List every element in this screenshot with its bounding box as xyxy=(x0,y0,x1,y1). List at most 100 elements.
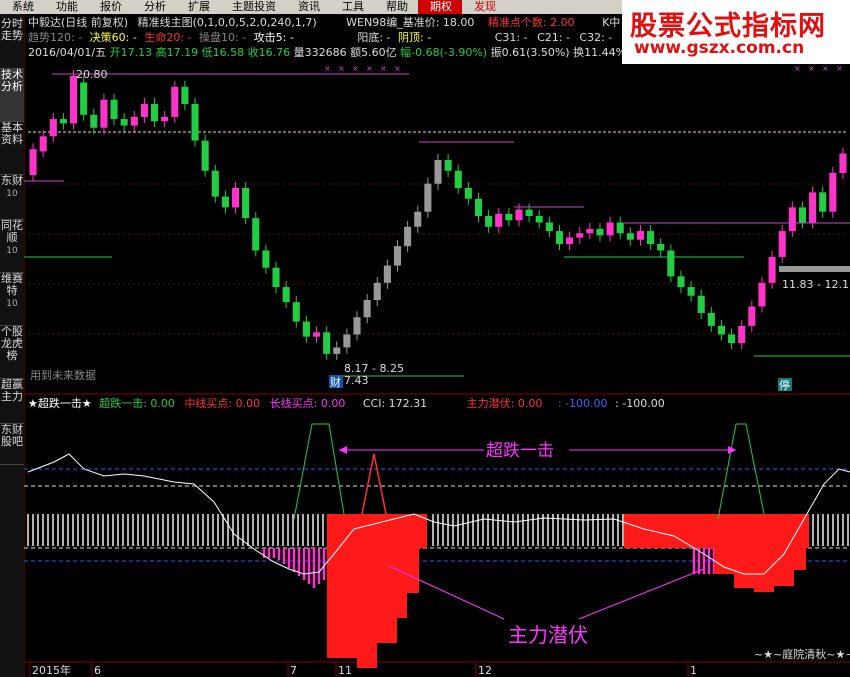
marker-x: × xyxy=(324,64,331,73)
candle-body xyxy=(778,231,786,257)
sub-chart xyxy=(24,423,850,668)
candle-body xyxy=(302,321,310,337)
low-price-label: 7.43 xyxy=(344,374,369,387)
candle-body xyxy=(140,104,148,117)
sidebar-item-label: 东财股吧 xyxy=(1,423,23,448)
candle-body xyxy=(758,282,766,307)
candle-body xyxy=(120,119,128,126)
candle-body xyxy=(596,228,604,236)
candle-body xyxy=(464,188,472,199)
candle-body xyxy=(282,287,290,303)
marker-x: × xyxy=(808,64,815,73)
candle-body xyxy=(242,188,250,219)
menu-item-3[interactable]: 分析 xyxy=(132,0,176,14)
sidebar-item-label: 个股龙虎榜 xyxy=(1,325,23,362)
zlqf-block xyxy=(327,548,357,658)
menu-item-2[interactable]: 报价 xyxy=(88,0,132,14)
annotation-zlqf: 主力潜伏 xyxy=(508,623,588,647)
x-axis-label: 2015年 xyxy=(32,663,71,677)
candle-body xyxy=(576,233,584,238)
candle-body xyxy=(70,76,78,124)
menu-item-9[interactable]: 期权 xyxy=(418,0,462,14)
stock-chart[interactable]: × × × × × × × × × × 20.808.17 - 8.257.4311.83 - 1… xyxy=(24,14,850,677)
range-bar xyxy=(779,266,850,272)
candle-body xyxy=(798,207,806,223)
candle-body xyxy=(616,222,624,234)
candle-body xyxy=(100,99,108,128)
candle-body xyxy=(454,170,462,189)
candlestick-series xyxy=(29,70,847,360)
menu-item-10[interactable]: 发现 xyxy=(462,0,506,14)
candle-body xyxy=(59,119,67,124)
menu-item-1[interactable]: 功能 xyxy=(44,0,88,14)
candle-body xyxy=(272,267,280,288)
menu-item-7[interactable]: 工具 xyxy=(330,0,374,14)
x-axis-label: 11 xyxy=(338,664,352,677)
sidebar-item-7[interactable]: 超赢主力 xyxy=(0,379,24,424)
candle-body xyxy=(495,213,503,227)
finance-marker: 财 xyxy=(330,375,341,389)
marker-x: × xyxy=(338,64,345,73)
candle-body xyxy=(373,282,381,301)
logo-url: www.gszx.com.cn xyxy=(634,38,805,58)
candle-body xyxy=(809,192,817,223)
marker-x: × xyxy=(794,64,801,73)
candle-body xyxy=(343,334,351,348)
menu-item-6[interactable]: 资讯 xyxy=(286,0,330,14)
candle-body xyxy=(181,86,189,105)
sidebar-item-6[interactable]: 个股龙虎榜 xyxy=(0,326,24,379)
signature-text: ~★~庭院清秋~★~ xyxy=(754,647,850,661)
candle-body xyxy=(667,250,675,277)
candle-body xyxy=(819,192,827,212)
candle-body xyxy=(333,347,341,354)
sidebar-item-label: 维赛特 xyxy=(1,272,23,297)
sidebar-item-4[interactable]: 同花顺 10 xyxy=(0,220,24,273)
candle-body xyxy=(191,104,199,141)
candle-body xyxy=(657,244,665,251)
candle-body xyxy=(211,170,219,197)
zlqf-block xyxy=(734,548,754,588)
sidebar-item-label: 同花顺 xyxy=(1,219,23,244)
zlqf-block xyxy=(794,548,806,570)
candle-body xyxy=(231,188,240,208)
sidebar-item-0[interactable]: 分时走势 xyxy=(0,18,24,69)
candle-body xyxy=(474,198,483,217)
candle-body xyxy=(90,114,98,128)
candle-body xyxy=(515,209,523,221)
sidebar-item-2[interactable]: 基本资料 xyxy=(0,122,24,175)
zlqf-block xyxy=(377,548,397,643)
zlqf-block xyxy=(357,548,377,668)
sidebar-item-3[interactable]: 东财 10 xyxy=(0,175,24,220)
menu-item-5[interactable]: 主题投资 xyxy=(220,0,286,14)
candle-body xyxy=(788,207,796,232)
suspend-marker: 停 xyxy=(779,378,790,392)
candle-body xyxy=(738,325,746,344)
candle-body xyxy=(728,334,736,344)
candle-body xyxy=(130,116,138,126)
annotation-arrow xyxy=(339,446,347,454)
candle-body xyxy=(29,149,37,176)
candle-body xyxy=(383,265,391,283)
sidebar-item-5[interactable]: 维赛特 10 xyxy=(0,273,24,326)
zlqf-block xyxy=(754,548,774,592)
candle-body xyxy=(748,306,756,326)
candle-body xyxy=(829,172,837,212)
sidebar-item-8[interactable]: 东财股吧 xyxy=(0,424,24,465)
candle-body xyxy=(566,237,574,245)
candle-body xyxy=(626,233,634,240)
candle-body xyxy=(697,295,705,313)
marker-x: × xyxy=(394,64,401,73)
sidebar-item-1[interactable]: 技术分析 xyxy=(0,69,24,122)
candle-body xyxy=(586,228,594,234)
candle-body xyxy=(485,216,493,227)
candle-body xyxy=(151,104,159,122)
candle-body xyxy=(110,99,118,120)
candle-body xyxy=(393,246,402,266)
menu-item-4[interactable]: 扩展 xyxy=(176,0,220,14)
candle-body xyxy=(80,82,88,115)
candle-body xyxy=(505,213,513,221)
menu-item-8[interactable]: 帮助 xyxy=(374,0,418,14)
menu-item-0[interactable]: 系统 xyxy=(0,0,44,14)
candle-body xyxy=(414,211,422,227)
candle-body xyxy=(252,218,260,251)
